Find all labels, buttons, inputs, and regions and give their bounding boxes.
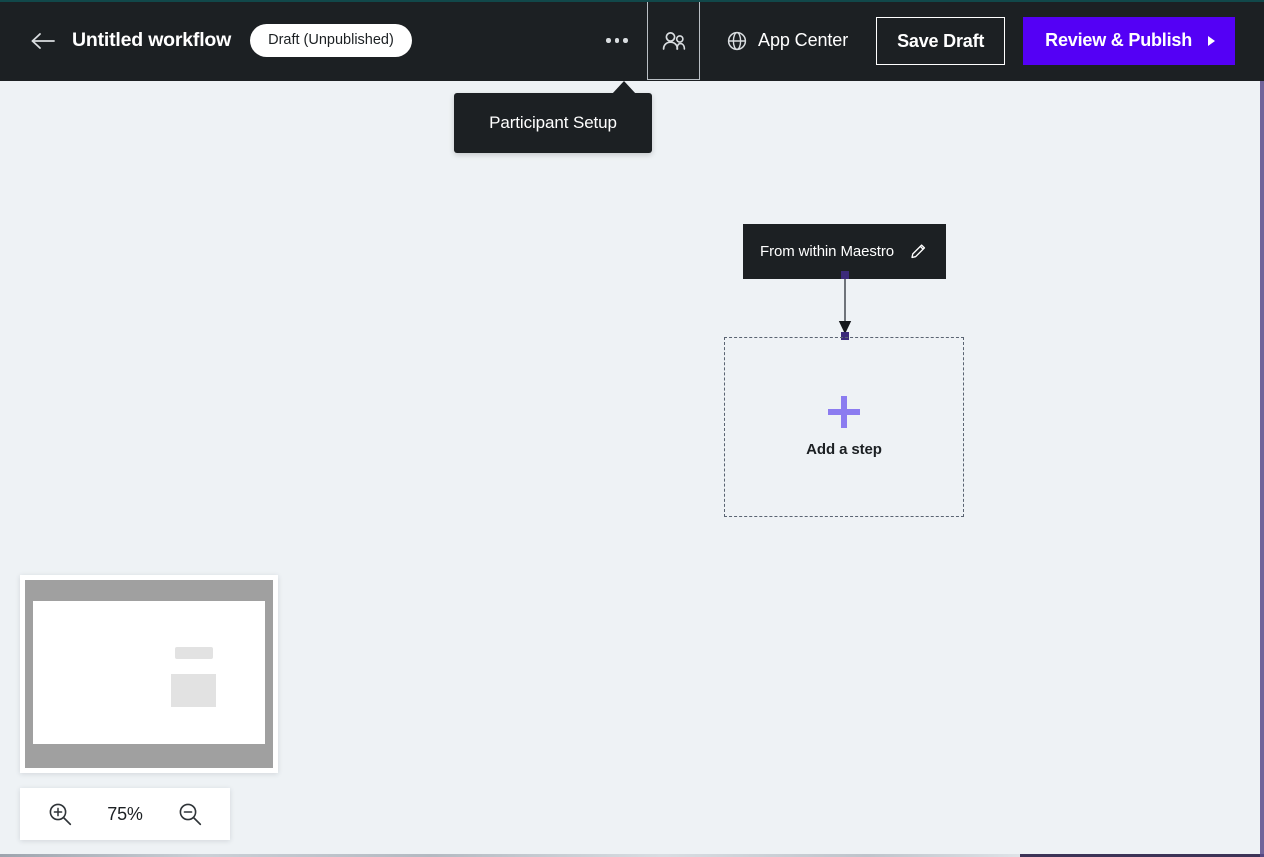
add-step-label: Add a step [806, 441, 882, 458]
minimap-node-dropzone [171, 674, 216, 707]
app-center-button[interactable]: App Center [712, 22, 862, 60]
zoom-out-button[interactable] [175, 799, 205, 829]
review-publish-label: Review & Publish [1045, 30, 1192, 50]
header-top-accent-line [0, 0, 1264, 2]
add-step-dropzone[interactable]: Add a step [724, 337, 964, 517]
pencil-icon[interactable] [906, 240, 930, 264]
participant-setup-tooltip: Participant Setup [454, 93, 652, 153]
save-draft-button[interactable]: Save Draft [876, 16, 1006, 65]
participant-setup-button[interactable] [647, 1, 701, 80]
caret-right-icon [1208, 35, 1215, 46]
minimap-node-trigger [175, 647, 213, 659]
minimap-viewport[interactable] [33, 601, 265, 744]
more-options-icon [606, 38, 611, 43]
zoom-level-value: 75% [107, 803, 143, 824]
zoom-controls: 75% [20, 788, 230, 840]
more-options-icon [614, 38, 620, 43]
more-options-button[interactable] [595, 21, 639, 61]
workflow-editor-app: Untitled workflow Draft (Unpublished) Ap… [0, 0, 1264, 857]
workflow-trigger-node-label: From within Maestro [760, 243, 894, 260]
status-badge: Draft (Unpublished) [250, 23, 412, 58]
zoom-out-icon [179, 803, 201, 825]
minimap-frame [25, 580, 273, 768]
bottom-edge-strip [0, 853, 1264, 857]
workflow-canvas[interactable]: From within Maestro Add a step 75% [0, 81, 1264, 857]
zoom-in-icon [49, 803, 71, 825]
right-edge-accent [1260, 81, 1264, 857]
more-options-icon [623, 38, 628, 43]
app-header: Untitled workflow Draft (Unpublished) Ap… [0, 0, 1264, 81]
back-button[interactable] [16, 21, 70, 61]
tooltip-arrow [612, 81, 636, 94]
globe-icon [727, 31, 747, 50]
review-publish-button[interactable]: Review & Publish [1023, 16, 1235, 65]
participants-icon [662, 31, 685, 50]
canvas-minimap[interactable] [20, 575, 278, 773]
zoom-in-button[interactable] [45, 799, 75, 829]
app-center-label: App Center [758, 30, 849, 50]
plus-icon [828, 396, 860, 428]
page-title: Untitled workflow [72, 29, 232, 51]
